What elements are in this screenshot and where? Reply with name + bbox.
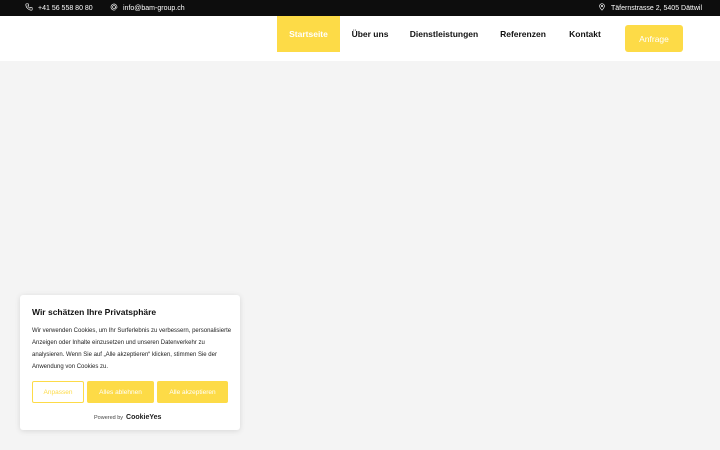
nav-kontakt[interactable]: Kontakt [562, 16, 608, 52]
nav-ueber-uns[interactable]: Über uns [345, 16, 395, 52]
cookie-consent-banner: Wir schätzen Ihre Privatsphäre Wir verwe… [20, 295, 240, 430]
powered-by: Powered by CookieYes [94, 414, 161, 421]
main-header: Startseite Über uns Dienstleistungen Ref… [0, 16, 720, 61]
cookie-text: Wir verwenden Cookies, um Ihr Surferlebn… [32, 328, 232, 370]
reject-all-button[interactable]: Alles ablehnen [87, 381, 154, 403]
anfrage-button[interactable]: Anfrage [625, 25, 683, 52]
cookie-title: Wir schätzen Ihre Privatsphäre [32, 307, 157, 317]
address-text: Täfernstrasse 2, 5405 Dättwil [611, 4, 703, 12]
at-icon [110, 3, 118, 13]
customize-button[interactable]: Anpassen [32, 381, 84, 403]
phone-contact[interactable]: +41 56 558 80 80 [25, 0, 93, 16]
email-address: info@bam-group.ch [123, 4, 185, 12]
cookieyes-logo[interactable]: CookieYes [126, 414, 161, 421]
powered-by-label: Powered by [94, 414, 124, 421]
nav-startseite[interactable]: Startseite [277, 16, 340, 52]
phone-icon [25, 3, 33, 13]
nav-dienstleistungen[interactable]: Dienstleistungen [403, 16, 485, 52]
accept-all-button[interactable]: Alle akzeptieren [157, 381, 228, 403]
email-contact[interactable]: info@bam-group.ch [110, 0, 185, 16]
location-pin-icon [598, 3, 606, 13]
address-contact[interactable]: Täfernstrasse 2, 5405 Dättwil [598, 0, 702, 16]
nav-referenzen[interactable]: Referenzen [493, 16, 553, 52]
phone-number: +41 56 558 80 80 [38, 4, 93, 12]
top-bar: +41 56 558 80 80 info@bam-group.ch Täfer… [0, 0, 720, 16]
